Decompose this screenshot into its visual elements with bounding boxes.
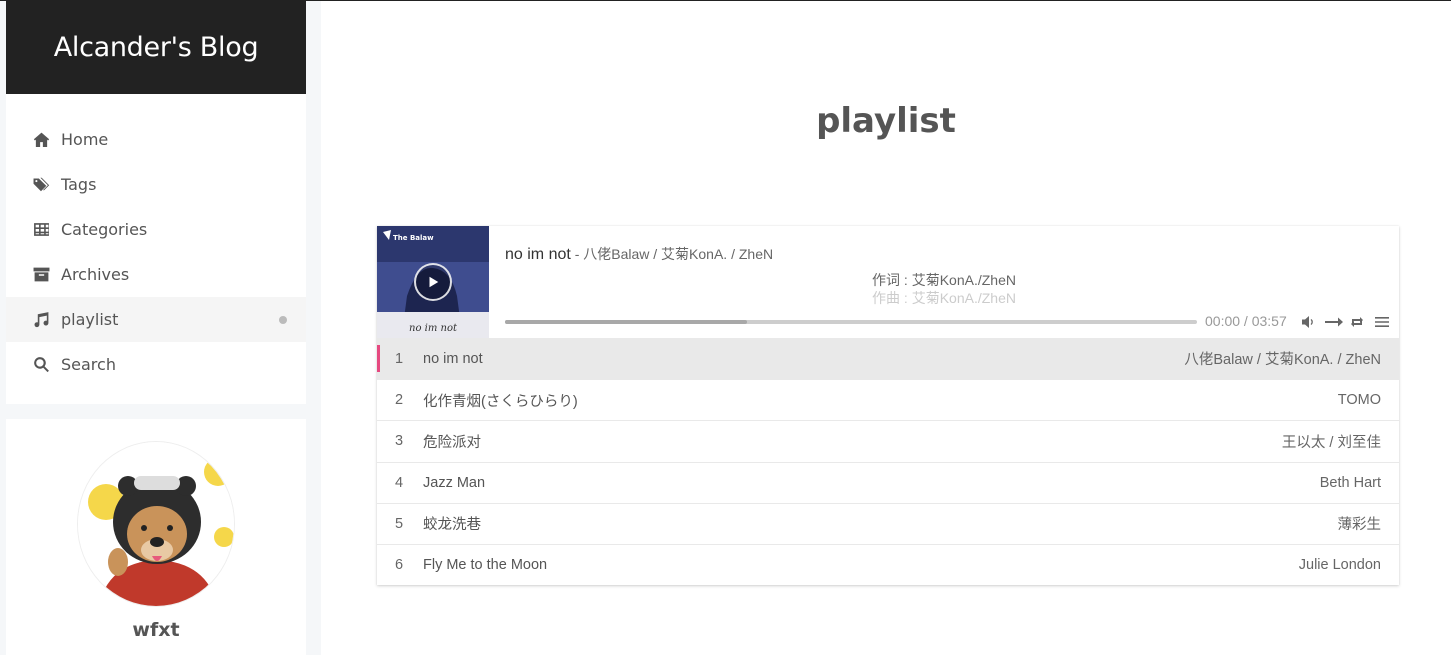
list-item-artist: 八佬Balaw / 艾菊KonA. / ZheN (1184, 352, 1381, 369)
play-button[interactable] (414, 263, 452, 301)
list-item[interactable]: 5 蛟龙洗巷 薄彩生 (377, 502, 1399, 544)
music-icon (32, 311, 50, 329)
menu-label-categories: Categories (61, 220, 148, 239)
list-item[interactable]: 6 Fly Me to the Moon Julie London (377, 543, 1399, 585)
list-item-artist: TOMO (1337, 392, 1381, 409)
list-item-index: 1 (395, 350, 404, 367)
main-menu: Home Tags Categories Archives playlist S… (6, 94, 306, 404)
menu-label-home: Home (61, 130, 109, 149)
list-item-title: 化作青烟(さくらひらり) (423, 393, 578, 410)
order-icon[interactable] (1323, 313, 1345, 331)
time-display: 00:00 / 03:57 (1205, 313, 1287, 329)
list-item-index: 3 (395, 433, 404, 450)
menu-item-tags[interactable]: Tags (6, 162, 306, 207)
home-icon (32, 131, 50, 149)
list-item-index: 4 (395, 474, 404, 491)
list-item-title: Fly Me to the Moon (423, 557, 548, 574)
main-content: playlist The Balaw no im not no im not -… (321, 1, 1451, 655)
menu-label-playlist: playlist (61, 310, 119, 329)
author-name: wfxt (132, 619, 180, 641)
play-icon (429, 276, 439, 288)
list-item-index: 2 (395, 392, 404, 409)
music-player: The Balaw no im not no im not - 八佬Balaw … (377, 226, 1399, 585)
menu-label-search: Search (61, 355, 116, 374)
grid-icon (32, 221, 50, 239)
sidebar: Alcander's Blog Home Tags Categories Arc… (6, 0, 306, 655)
menu-item-categories[interactable]: Categories (6, 207, 306, 252)
author-panel: wfxt (6, 419, 306, 655)
loop-icon[interactable] (1348, 313, 1366, 331)
list-item-title: 蛟龙洗巷 (423, 517, 481, 534)
list-item-title: 危险派对 (423, 434, 481, 451)
avatar[interactable] (77, 441, 235, 607)
archive-icon (32, 266, 50, 284)
list-item-artist: 薄彩生 (1337, 517, 1382, 534)
cover-text-top: The Balaw (393, 234, 434, 242)
menu-item-playlist[interactable]: playlist (6, 297, 306, 342)
list-item[interactable]: 1 no im not 八佬Balaw / 艾菊KonA. / ZheN (377, 338, 1399, 380)
search-icon (32, 356, 50, 374)
current-song: no im not - 八佬Balaw / 艾菊KonA. / ZheN (505, 244, 773, 264)
lyrics-panel: 作词 : 艾菊KonA./ZheN 作曲 : 艾菊KonA./ZheN (505, 271, 1383, 307)
cover-text-bottom: no im not (409, 323, 458, 334)
menu-item-search[interactable]: Search (6, 342, 306, 387)
list-item-index: 5 (395, 515, 404, 532)
playlist-list: 1 no im not 八佬Balaw / 艾菊KonA. / ZheN 2 化… (377, 338, 1399, 585)
album-cover[interactable]: The Balaw no im not (377, 226, 489, 338)
progress-fill (505, 320, 748, 324)
lyric-line-next: 作曲 : 艾菊KonA./ZheN (872, 290, 1016, 306)
site-title[interactable]: Alcander's Blog (6, 0, 306, 94)
list-item[interactable]: 4 Jazz Man Beth Hart (377, 461, 1399, 503)
volume-icon[interactable] (1300, 313, 1318, 331)
list-item-artist: Beth Hart (1319, 474, 1381, 491)
tags-icon (32, 176, 50, 194)
current-song-title: no im not (505, 246, 571, 263)
current-song-author: - 八佬Balaw / 艾菊KonA. / ZheN (570, 246, 774, 262)
list-item-title: no im not (423, 350, 483, 367)
menu-label-archives: Archives (61, 265, 130, 284)
menu-item-archives[interactable]: Archives (6, 252, 306, 297)
menu-item-home[interactable]: Home (6, 117, 306, 162)
menu-icon[interactable] (1373, 313, 1391, 331)
active-indicator-dot (279, 316, 287, 324)
list-item-artist: 王以太 / 刘至佳 (1281, 434, 1381, 451)
list-item-title: Jazz Man (423, 474, 486, 491)
progress-bar[interactable] (505, 320, 1197, 324)
page-title: playlist (816, 101, 956, 141)
list-item-index: 6 (395, 557, 404, 574)
menu-label-tags: Tags (61, 175, 97, 194)
lyric-line-current: 作词 : 艾菊KonA./ZheN (872, 272, 1016, 288)
player-info: no im not - 八佬Balaw / 艾菊KonA. / ZheN 作词 … (505, 226, 1399, 338)
list-item[interactable]: 2 化作青烟(さくらひらり) TOMO (377, 379, 1399, 420)
list-item-artist: Julie London (1298, 557, 1381, 574)
list-item[interactable]: 3 危险派对 王以太 / 刘至佳 (377, 420, 1399, 461)
